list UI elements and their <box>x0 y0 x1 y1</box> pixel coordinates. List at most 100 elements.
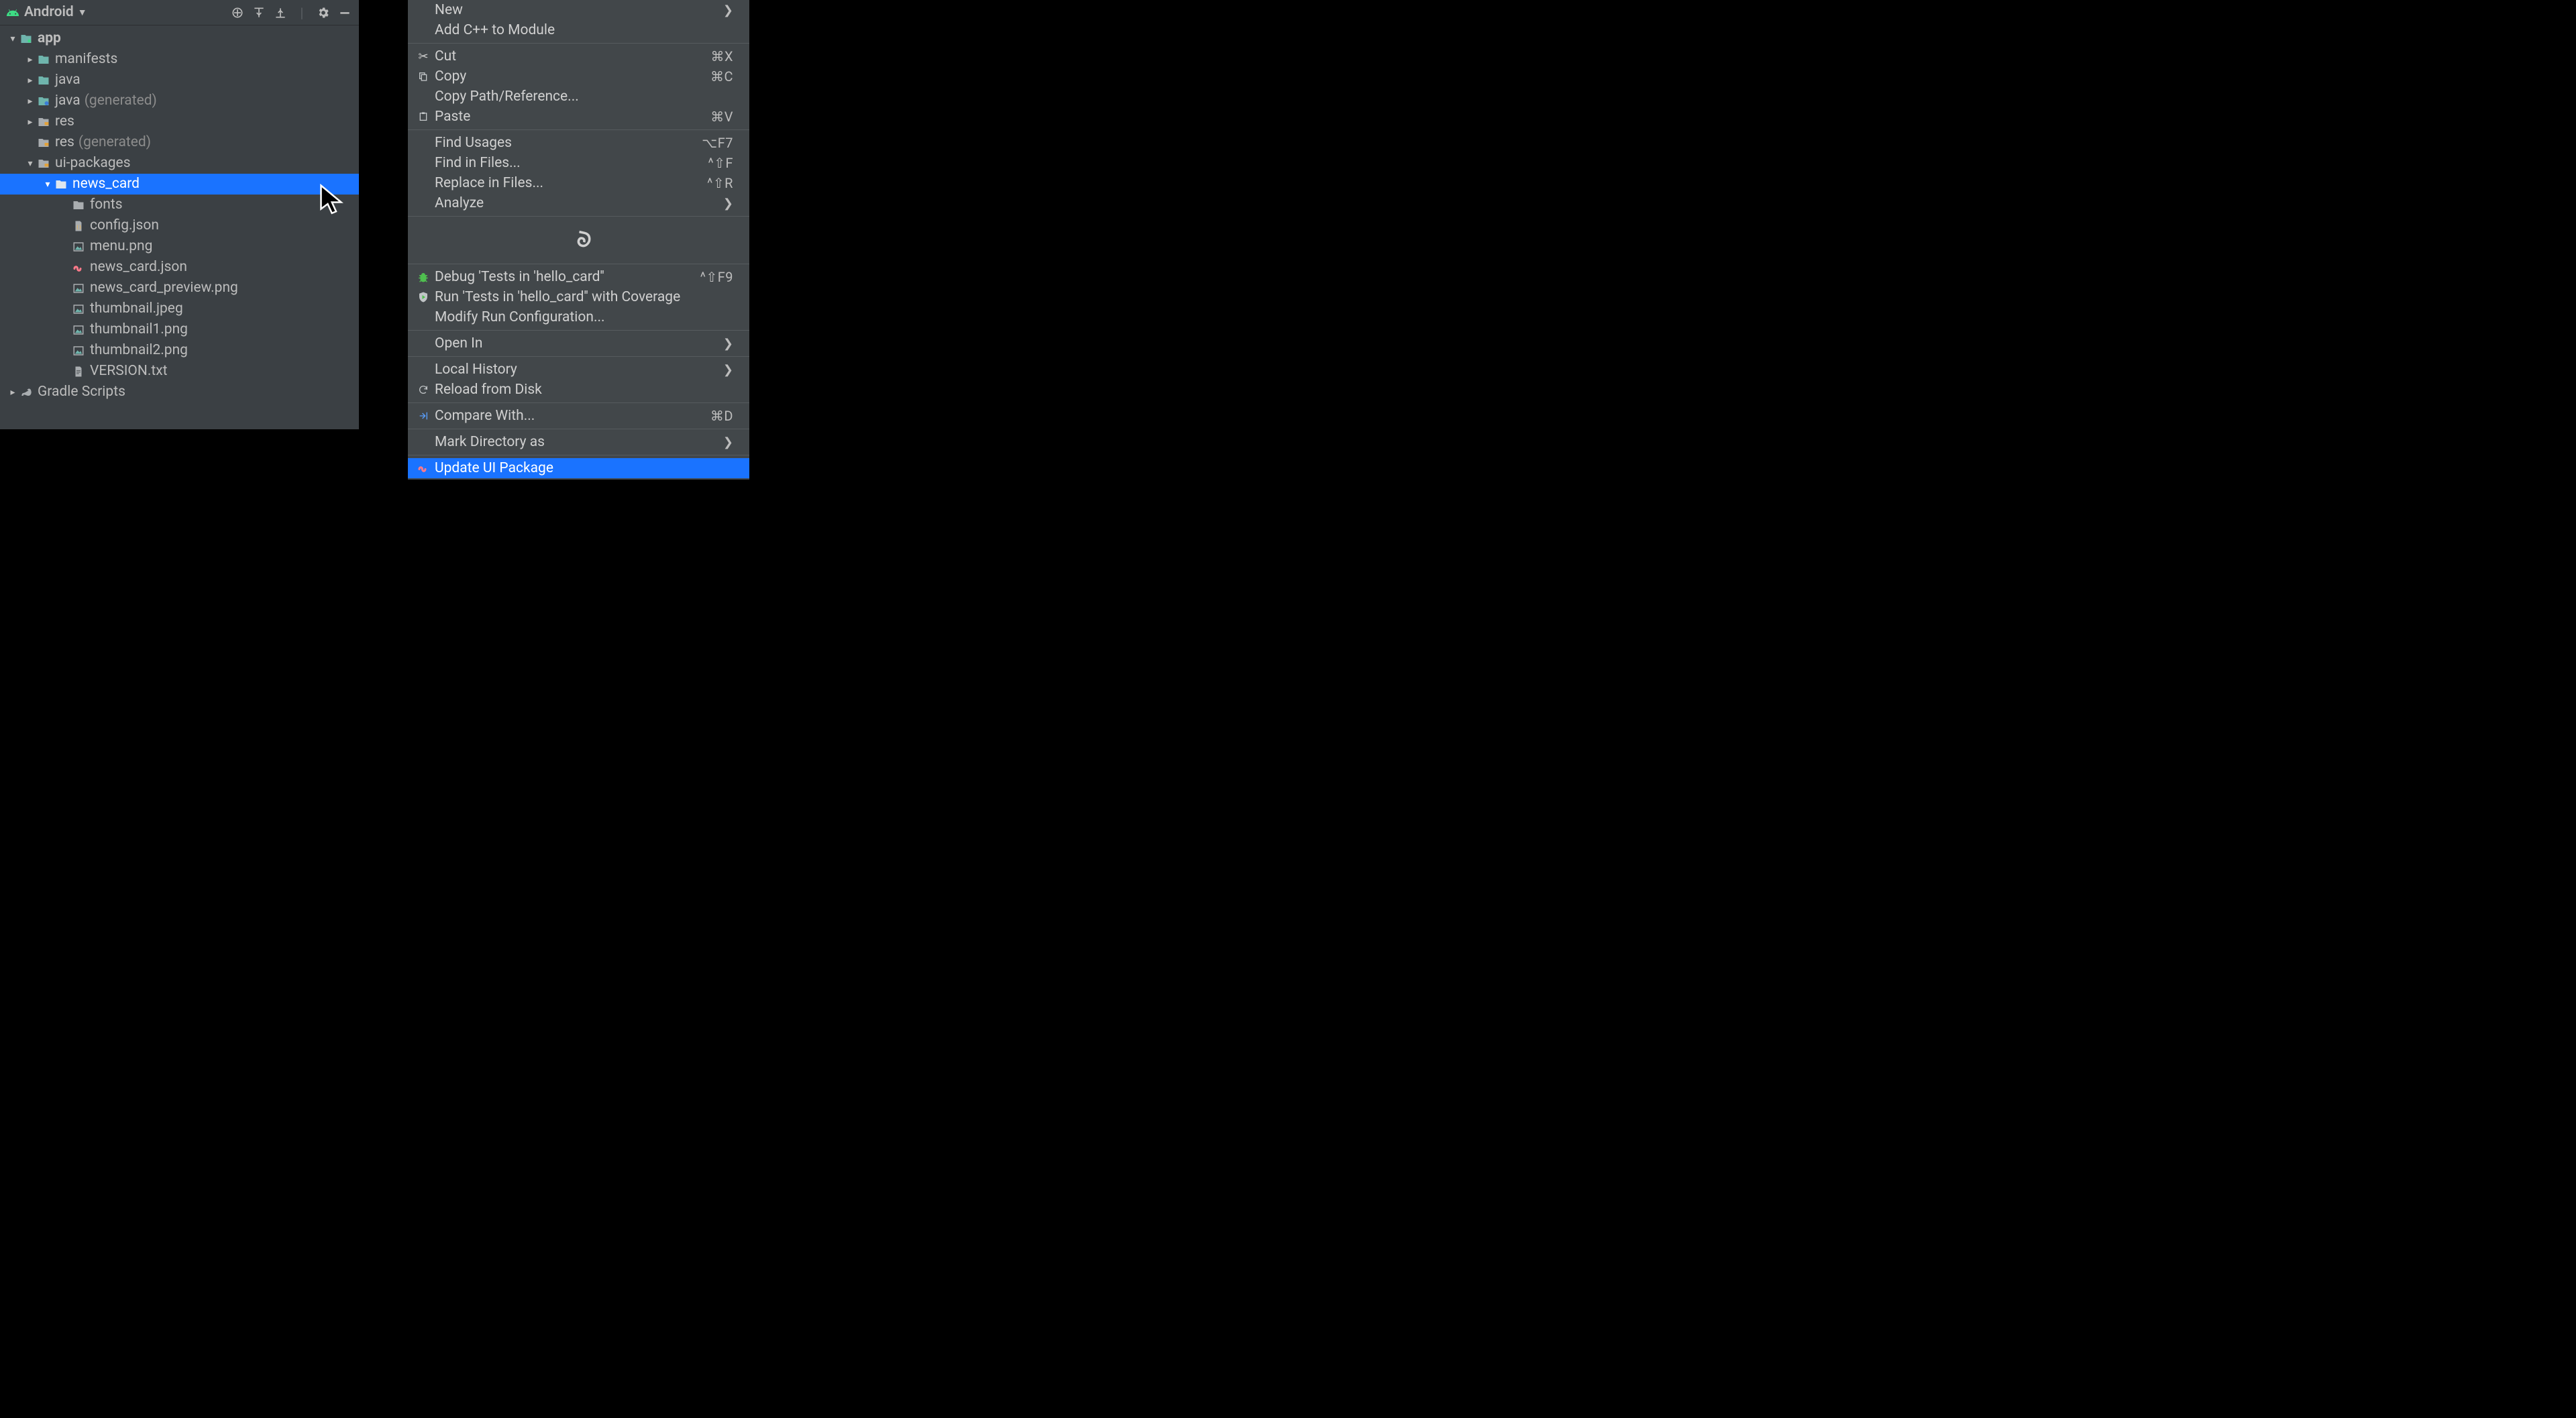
menu-item-label: Run 'Tests in 'hello_card'' with Coverag… <box>435 289 733 305</box>
context-menu: New ❯ Add C++ to Module ✂ Cut ⌘X Copy ⌘C… <box>408 0 749 480</box>
chevron-down-icon[interactable]: ▾ <box>42 180 54 189</box>
gear-icon[interactable] <box>315 4 332 21</box>
menu-item-replace-in-files[interactable]: Replace in Files... ^⇧R <box>408 173 749 193</box>
menu-shortcut: ^⇧R <box>707 175 733 191</box>
image-file-icon <box>71 302 86 317</box>
menu-item-add-cpp[interactable]: Add C++ to Module <box>408 20 749 40</box>
menu-shortcut: ⌘D <box>710 408 733 424</box>
menu-item-copy-path[interactable]: Copy Path/Reference... <box>408 87 749 107</box>
generated-folder-icon <box>36 94 51 109</box>
tree-node-java-generated[interactable]: ▸ java (generated) <box>0 91 359 111</box>
menu-item-modify-run-config[interactable]: Modify Run Configuration... <box>408 307 749 327</box>
menu-item-compare-with[interactable]: Compare With... ⌘D <box>408 406 749 426</box>
tree-file-thumbnail-jpeg[interactable]: thumbnail.jpeg <box>0 298 359 319</box>
project-tree[interactable]: ▾ app ▸ manifests ▸ java ▸ <box>0 25 359 402</box>
menu-item-label: Reload from Disk <box>435 382 733 398</box>
menu-shortcut: ^⇧F9 <box>700 269 733 285</box>
loading-spinner-icon: ᘐ <box>575 227 594 254</box>
menu-item-mark-directory-as[interactable]: Mark Directory as ❯ <box>408 432 749 452</box>
tree-file-version-txt[interactable]: VERSION.txt <box>0 361 359 382</box>
tree-node-label: menu.png <box>90 239 152 254</box>
reload-icon <box>416 382 431 397</box>
menu-item-label: Copy <box>435 68 710 85</box>
menu-item-find-in-files[interactable]: Find in Files... ^⇧F <box>408 153 749 173</box>
expand-all-icon[interactable] <box>250 4 268 21</box>
menu-item-debug-tests[interactable]: Debug 'Tests in 'hello_card'' ^⇧F9 <box>408 267 749 287</box>
menu-item-new[interactable]: New ❯ <box>408 0 749 20</box>
tree-file-news-card-json[interactable]: news_card.json <box>0 257 359 278</box>
project-panel-header[interactable]: Android ▼ | <box>0 0 359 25</box>
menu-item-paste[interactable]: Paste ⌘V <box>408 107 749 127</box>
collapse-all-icon[interactable] <box>272 4 289 21</box>
menu-item-open-in[interactable]: Open In ❯ <box>408 333 749 353</box>
menu-item-reload-from-disk[interactable]: Reload from Disk <box>408 380 749 400</box>
image-file-icon <box>71 323 86 337</box>
tree-file-thumbnail1[interactable]: thumbnail1.png <box>0 319 359 340</box>
menu-item-analyze[interactable]: Analyze ❯ <box>408 193 749 213</box>
menu-shortcut: ⌘V <box>710 109 733 125</box>
submenu-arrow-icon: ❯ <box>723 435 733 449</box>
tree-node-fonts[interactable]: fonts <box>0 195 359 215</box>
menu-separator <box>408 129 749 130</box>
divider-icon: | <box>293 4 311 21</box>
menu-separator <box>408 402 749 403</box>
tree-node-ui-packages[interactable]: ▾ ui-packages <box>0 153 359 174</box>
chevron-down-icon[interactable]: ▾ <box>24 159 36 168</box>
relay-package-icon <box>71 260 86 275</box>
tree-file-menu-png[interactable]: menu.png <box>0 236 359 257</box>
tree-node-manifests[interactable]: ▸ manifests <box>0 49 359 70</box>
project-view-selector[interactable]: Android <box>24 5 74 19</box>
text-file-icon <box>71 364 86 379</box>
menu-item-copy[interactable]: Copy ⌘C <box>408 66 749 87</box>
chevron-right-icon[interactable]: ▸ <box>24 97 36 106</box>
paste-icon <box>416 109 431 124</box>
folder-icon <box>36 73 51 88</box>
tree-node-res-generated[interactable]: ▸ res (generated) <box>0 132 359 153</box>
menu-item-label: Cut <box>435 48 710 64</box>
tree-file-news-card-preview[interactable]: news_card_preview.png <box>0 278 359 298</box>
menu-separator <box>408 216 749 217</box>
tree-node-label: Gradle Scripts <box>38 385 125 399</box>
tree-node-res[interactable]: ▸ res <box>0 111 359 132</box>
menu-item-update-ui-package[interactable]: Update UI Package <box>408 458 749 478</box>
folder-icon <box>36 52 51 67</box>
tree-node-label: thumbnail.jpeg <box>90 302 183 316</box>
tree-node-label: java <box>55 73 80 87</box>
tree-node-label: manifests <box>55 52 117 66</box>
tree-file-config-json[interactable]: { } config.json <box>0 215 359 236</box>
chevron-right-icon[interactable]: ▸ <box>24 117 36 127</box>
menu-shortcut: ⌘C <box>710 68 733 85</box>
chevron-right-icon[interactable]: ▸ <box>24 55 36 64</box>
select-opened-file-icon[interactable] <box>229 4 246 21</box>
resource-folder-icon <box>36 115 51 129</box>
bug-icon <box>416 270 431 284</box>
gradle-icon <box>19 385 34 400</box>
menu-item-label: Replace in Files... <box>435 175 707 191</box>
tree-node-java[interactable]: ▸ java <box>0 70 359 91</box>
menu-separator <box>408 356 749 357</box>
chevron-right-icon[interactable]: ▸ <box>24 76 36 85</box>
tree-node-gradle-scripts[interactable]: ▸ Gradle Scripts <box>0 382 359 402</box>
menu-item-local-history[interactable]: Local History ❯ <box>408 360 749 380</box>
tree-node-app[interactable]: ▾ app <box>0 28 359 49</box>
tree-file-thumbnail2[interactable]: thumbnail2.png <box>0 340 359 361</box>
menu-item-label: Mark Directory as <box>435 434 723 450</box>
tree-node-label: app <box>38 32 61 46</box>
tree-node-news-card[interactable]: ▾ news_card <box>0 174 359 195</box>
chevron-down-icon[interactable]: ▾ <box>7 34 19 44</box>
menu-item-loading: ᘐ <box>408 219 749 261</box>
folder-icon <box>54 177 68 192</box>
resource-folder-icon <box>36 156 51 171</box>
menu-item-find-usages[interactable]: Find Usages ⌥F7 <box>408 133 749 153</box>
menu-item-run-coverage[interactable]: Run 'Tests in 'hello_card'' with Coverag… <box>408 287 749 307</box>
tree-node-label: news_card_preview.png <box>90 281 238 295</box>
chevron-right-icon[interactable]: ▸ <box>7 388 19 397</box>
submenu-arrow-icon: ❯ <box>723 3 733 17</box>
hide-panel-icon[interactable] <box>336 4 354 21</box>
json-file-icon: { } <box>71 219 86 233</box>
menu-item-label: New <box>435 2 723 18</box>
android-icon <box>5 5 20 20</box>
chevron-down-icon[interactable]: ▼ <box>78 8 87 17</box>
cut-icon: ✂ <box>416 49 431 64</box>
menu-item-cut[interactable]: ✂ Cut ⌘X <box>408 46 749 66</box>
